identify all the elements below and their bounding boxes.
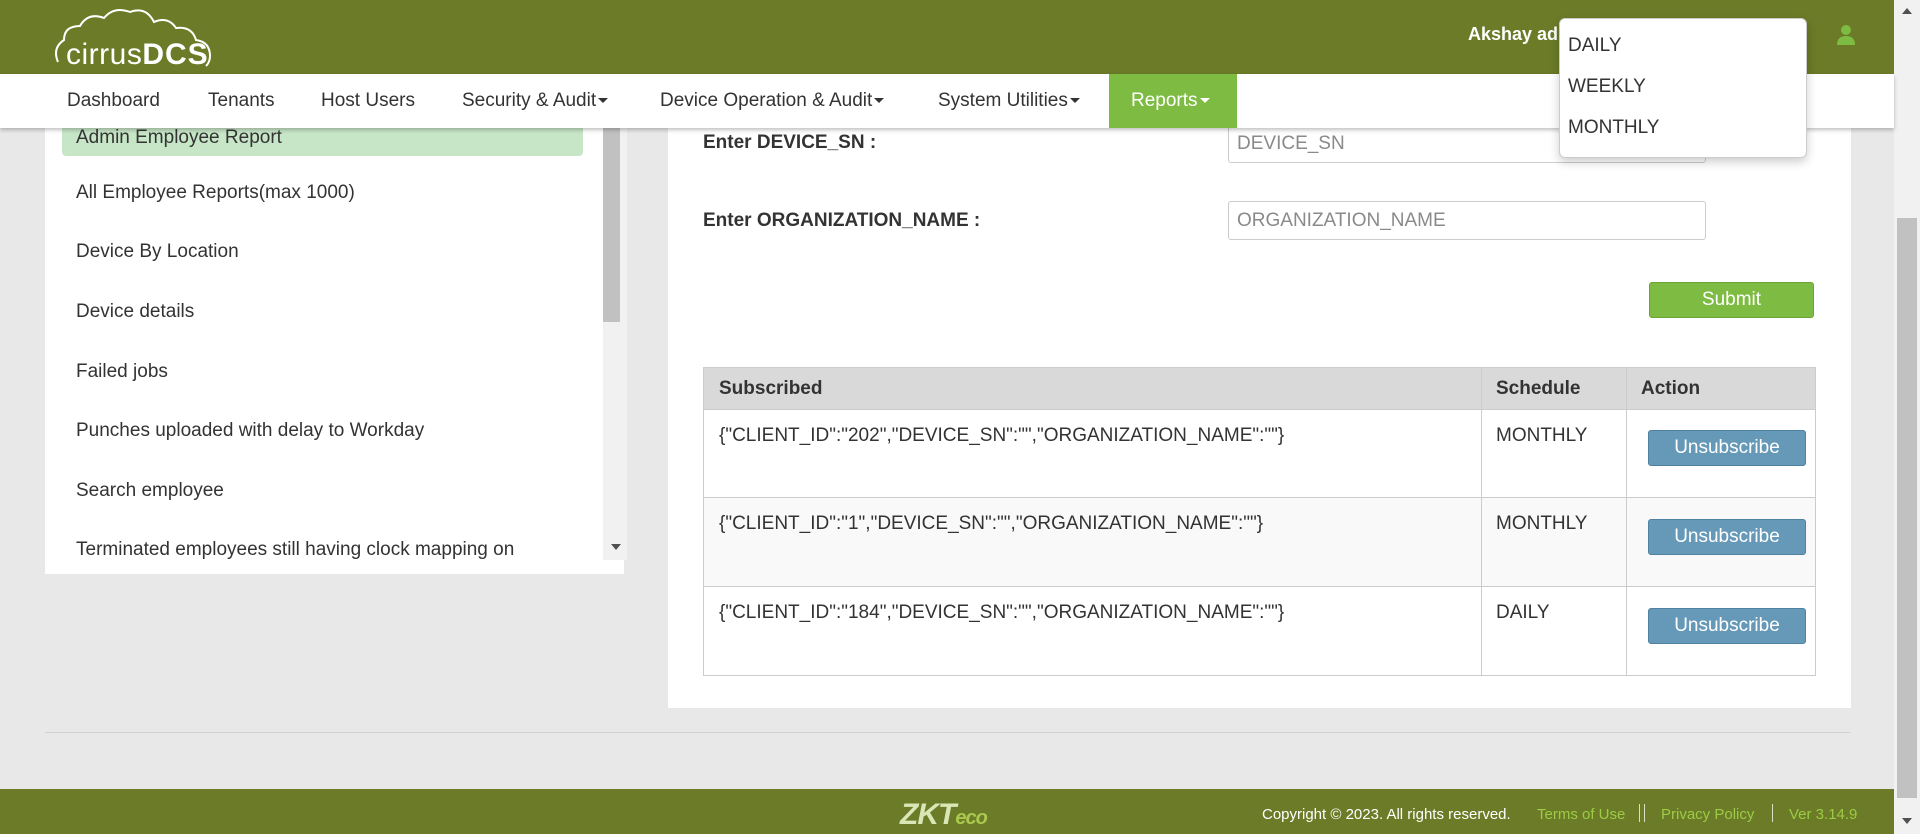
- report-item-admin-employee[interactable]: Admin Employee Report: [62, 128, 583, 156]
- report-item-device-by-location[interactable]: Device By Location: [62, 226, 627, 278]
- unsubscribe-button[interactable]: Unsubscribe: [1648, 608, 1806, 644]
- nav-tenants-label: Tenants: [208, 90, 275, 111]
- nav-system-utilities-label: System Utilities: [938, 90, 1068, 111]
- nav-security-audit-label: Security & Audit: [462, 90, 597, 111]
- report-item-punches-delay[interactable]: Punches uploaded with delay to Workday: [62, 405, 627, 457]
- page-scroll-thumb[interactable]: [1897, 218, 1917, 798]
- subscribed-cell: {"CLIENT_ID":"184","DEVICE_SN":"","ORGAN…: [719, 602, 1285, 623]
- copyright-text: Copyright © 2023. All rights reserved.: [1262, 806, 1511, 823]
- zkteco-logo: ZKTeco: [900, 798, 988, 832]
- dropdown-option-daily[interactable]: DAILY: [1560, 29, 1806, 63]
- username-label[interactable]: Akshay adm: [1468, 24, 1560, 45]
- column-divider: [1626, 368, 1627, 675]
- device-sn-label: Enter DEVICE_SN :: [703, 132, 877, 153]
- org-name-label: Enter ORGANIZATION_NAME :: [703, 210, 981, 231]
- report-item-all-employee[interactable]: All Employee Reports(max 1000): [62, 167, 627, 219]
- dropdown-option-monthly[interactable]: MONTHLY: [1560, 111, 1806, 145]
- logo-text: cirrusDCS: [66, 38, 209, 72]
- schedule-cell: MONTHLY: [1496, 513, 1588, 534]
- scroll-down-arrow-icon[interactable]: [1902, 818, 1912, 824]
- dropdown-option-weekly[interactable]: WEEKLY: [1560, 70, 1806, 104]
- terms-of-use-link[interactable]: Terms of Use: [1537, 806, 1625, 823]
- report-item-terminated-employees[interactable]: Terminated employees still having clock …: [62, 524, 627, 560]
- cirrusdcs-logo[interactable]: cirrusDCS: [50, 4, 220, 72]
- scroll-up-arrow-icon[interactable]: [1902, 8, 1912, 14]
- schedule-dropdown: DAILY WEEKLY MONTHLY: [1559, 18, 1807, 158]
- subscribed-cell: {"CLIENT_ID":"202","DEVICE_SN":"","ORGAN…: [719, 425, 1285, 446]
- report-list-panel: Admin Employee Report All Employee Repor…: [45, 128, 627, 574]
- nav-tenants[interactable]: Tenants: [208, 74, 275, 128]
- zkteco-logo-eco: eco: [955, 807, 987, 829]
- nav-device-operation-audit[interactable]: Device Operation & Audit: [660, 74, 885, 128]
- submit-button[interactable]: Submit: [1649, 282, 1814, 318]
- zkteco-logo-zk: ZKT: [900, 798, 956, 831]
- org-name-input[interactable]: [1228, 201, 1706, 240]
- divider: [45, 732, 1850, 733]
- header-action: Action: [1626, 368, 1815, 410]
- schedule-cell: MONTHLY: [1496, 425, 1588, 446]
- scroll-arrow-icon[interactable]: [611, 544, 621, 550]
- nav-dashboard[interactable]: Dashboard: [67, 74, 160, 128]
- caret-down-icon: [874, 98, 885, 104]
- caret-down-icon: [598, 98, 609, 104]
- version-label: Ver 3.14.9: [1789, 806, 1858, 823]
- nav-host-users-label: Host Users: [321, 90, 415, 111]
- caret-down-icon: [1069, 98, 1080, 104]
- privacy-policy-link[interactable]: Privacy Policy: [1661, 806, 1754, 823]
- footer-separator: [1644, 804, 1645, 822]
- caret-down-icon: [1199, 98, 1210, 104]
- logo-cirrus: cirrus: [66, 38, 143, 71]
- nav-system-utilities[interactable]: System Utilities: [938, 74, 1080, 128]
- nav-dashboard-label: Dashboard: [67, 90, 160, 111]
- header-subscribed: Subscribed: [704, 368, 1481, 410]
- report-item-failed-jobs[interactable]: Failed jobs: [62, 346, 627, 398]
- subscribed-cell: {"CLIENT_ID":"1","DEVICE_SN":"","ORGANIZ…: [719, 513, 1264, 534]
- schedule-cell: DAILY: [1496, 602, 1550, 623]
- footer-separator: [1772, 804, 1773, 822]
- unsubscribe-button[interactable]: Unsubscribe: [1648, 519, 1806, 555]
- nav-host-users[interactable]: Host Users: [321, 74, 415, 128]
- footer-separator: [1639, 804, 1640, 822]
- report-item-search-employee[interactable]: Search employee: [62, 465, 627, 517]
- nav-security-audit[interactable]: Security & Audit: [462, 74, 609, 128]
- user-icon[interactable]: [1836, 24, 1856, 46]
- nav-device-operation-label: Device Operation & Audit: [660, 90, 873, 111]
- report-list: Admin Employee Report All Employee Repor…: [62, 128, 627, 560]
- logo-dcs: DCS: [142, 38, 209, 71]
- report-list-scroll-thumb[interactable]: [603, 128, 620, 322]
- nav-reports[interactable]: Reports: [1109, 74, 1237, 128]
- header-schedule: Schedule: [1481, 368, 1626, 410]
- nav-reports-label: Reports: [1131, 90, 1198, 111]
- report-item-device-details[interactable]: Device details: [62, 286, 627, 338]
- unsubscribe-button[interactable]: Unsubscribe: [1648, 430, 1806, 466]
